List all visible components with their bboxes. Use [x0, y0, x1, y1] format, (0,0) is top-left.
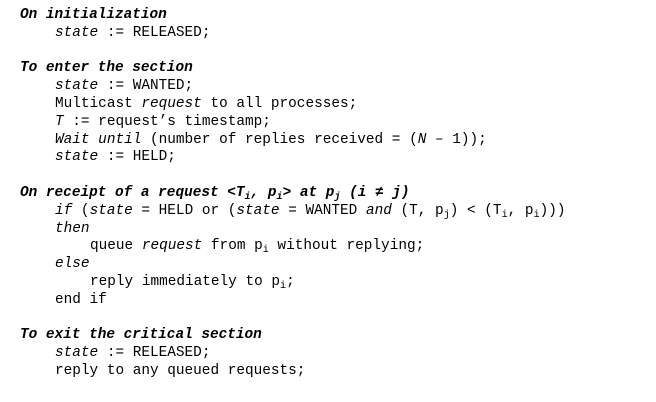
- var-state: state: [55, 78, 99, 95]
- section-receipt: On receipt of a request <Ti, pi> at pj (…: [20, 185, 650, 310]
- code-line: state := HELD;: [20, 149, 650, 167]
- op: :=: [98, 345, 133, 362]
- code-line: queue request from pi without replying;: [20, 238, 650, 256]
- section-initialization: On initialization state := RELEASED;: [20, 7, 650, 43]
- var-state: state: [236, 202, 280, 219]
- op: :=: [98, 24, 133, 41]
- value: WANTED;: [132, 78, 194, 95]
- code-line: if (state = HELD or (state = WANTED and …: [20, 203, 650, 221]
- keyword-wait-until: Wait until: [55, 131, 142, 148]
- algorithm-document: On initialization state := RELEASED; To …: [20, 7, 650, 381]
- text: , p: [250, 184, 277, 201]
- code-line: state := RELEASED;: [20, 25, 650, 43]
- section-enter: To enter the section state := WANTED; Mu…: [20, 60, 650, 167]
- var-state: state: [55, 24, 99, 41]
- var-state: state: [89, 202, 133, 219]
- op: :=: [98, 78, 133, 95]
- text: (T, p: [391, 202, 444, 219]
- text: ;: [286, 273, 295, 290]
- section-heading: On initialization: [20, 7, 167, 23]
- text: reply immediately to p: [90, 273, 280, 290]
- op: :=: [98, 149, 133, 166]
- section-heading: To exit the critical section: [20, 327, 262, 344]
- text: , p: [507, 202, 534, 219]
- value: RELEASED;: [132, 24, 211, 41]
- keyword-and: and: [365, 202, 392, 219]
- text: queue: [90, 238, 142, 255]
- text: (: [72, 202, 90, 219]
- text: to all processes;: [201, 95, 358, 112]
- text: (i ≠ j): [340, 184, 410, 201]
- keyword-then: then: [55, 220, 90, 237]
- keyword-if: if: [55, 202, 73, 219]
- value: RELEASED;: [132, 345, 211, 362]
- code-line: T := request’s timestamp;: [20, 114, 650, 132]
- var-state: state: [55, 149, 99, 166]
- code-line: reply to any queued requests;: [55, 362, 306, 379]
- text: ))): [539, 202, 566, 219]
- var-T: T: [55, 113, 64, 130]
- code-line: state := RELEASED;: [20, 345, 650, 363]
- code-line: Multicast request to all processes;: [20, 96, 650, 114]
- text: (number of replies received = (: [141, 131, 418, 148]
- section-exit: To exit the critical section state := RE…: [20, 327, 650, 380]
- text: := request’s timestamp;: [63, 113, 271, 130]
- text: ) < (T: [449, 202, 502, 219]
- code-line: else: [20, 256, 650, 274]
- keyword-else: else: [55, 256, 90, 273]
- section-heading: To enter the section: [20, 60, 193, 77]
- text: = WANTED: [279, 202, 366, 219]
- code-line: end if: [20, 292, 650, 310]
- code-line: Wait until (number of replies received =…: [20, 132, 650, 150]
- code-line: then: [20, 221, 650, 239]
- text: Multicast: [55, 95, 142, 112]
- value: HELD;: [132, 149, 176, 166]
- text: without replying;: [268, 238, 425, 255]
- section-heading: On receipt of a request <Ti, pi> at pj (…: [20, 185, 650, 203]
- text: = HELD or (: [132, 202, 237, 219]
- var-state: state: [55, 345, 99, 362]
- code-line: state := WANTED;: [20, 78, 650, 96]
- keyword-end-if: end if: [55, 291, 107, 308]
- text: On receipt of a request <T: [20, 184, 245, 201]
- var-request: request: [141, 238, 203, 255]
- var-request: request: [141, 95, 202, 112]
- code-line: reply immediately to pi;: [20, 274, 650, 292]
- text: from p: [202, 238, 263, 255]
- text: > at p: [282, 184, 335, 201]
- text: – 1));: [426, 131, 487, 148]
